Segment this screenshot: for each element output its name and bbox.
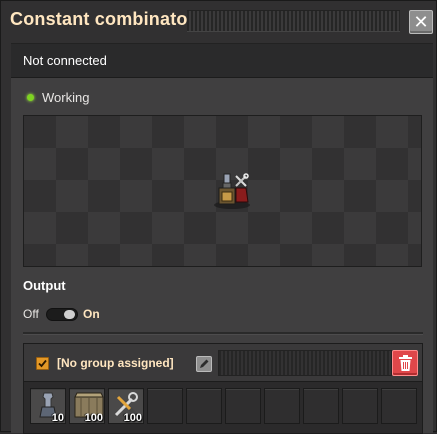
status-indicator-icon bbox=[27, 94, 34, 101]
signal-slot[interactable] bbox=[147, 388, 183, 424]
divider bbox=[23, 332, 423, 335]
slot-count: 10 bbox=[51, 412, 64, 424]
group-label: [No group assigned] bbox=[57, 356, 174, 370]
signal-slots: 10 100 100 bbox=[30, 388, 420, 424]
switch-off-label[interactable]: Off bbox=[23, 307, 39, 321]
entity-status-label: Working bbox=[42, 90, 90, 105]
edit-group-button[interactable] bbox=[196, 356, 212, 372]
close-icon: ✕ bbox=[413, 12, 429, 32]
connection-status-bar: Not connected bbox=[11, 44, 433, 78]
output-switch[interactable]: Off On bbox=[23, 306, 143, 322]
signal-slot[interactable]: 100 bbox=[108, 388, 144, 424]
switch-on-label[interactable]: On bbox=[83, 307, 100, 321]
signal-section: [No group assigned] 10 100 100 bbox=[23, 343, 423, 434]
trash-icon bbox=[399, 355, 412, 371]
slot-count: 100 bbox=[84, 412, 103, 424]
constant-combinator-icon bbox=[202, 172, 252, 212]
constant-combinator-window: Constant combinator ✕ Not connected Work… bbox=[0, 0, 437, 434]
switch-knob[interactable] bbox=[64, 310, 75, 319]
delete-section-button[interactable] bbox=[392, 350, 418, 376]
signal-slot[interactable] bbox=[303, 388, 339, 424]
entity-preview[interactable] bbox=[23, 115, 422, 267]
section-header: [No group assigned] bbox=[24, 344, 422, 382]
pencil-icon bbox=[200, 359, 209, 368]
section-enabled-checkbox[interactable] bbox=[36, 357, 49, 370]
signal-slot[interactable]: 100 bbox=[69, 388, 105, 424]
signal-slot[interactable] bbox=[264, 388, 300, 424]
window-title: Constant combinator bbox=[10, 9, 195, 29]
output-heading: Output bbox=[23, 278, 66, 293]
window-drag-handle[interactable] bbox=[187, 10, 400, 32]
connection-status: Not connected bbox=[23, 53, 107, 68]
signal-slot[interactable] bbox=[225, 388, 261, 424]
title-bar: Constant combinator ✕ bbox=[1, 1, 437, 43]
signal-slot[interactable] bbox=[186, 388, 222, 424]
switch-toggle[interactable] bbox=[46, 308, 78, 321]
slot-count: 100 bbox=[123, 412, 142, 424]
signal-slot[interactable] bbox=[381, 388, 417, 424]
signal-slot[interactable]: 10 bbox=[30, 388, 66, 424]
signal-slot[interactable] bbox=[342, 388, 378, 424]
section-drag-handle[interactable] bbox=[218, 350, 392, 376]
checkmark-icon bbox=[38, 359, 47, 368]
content-panel: Not connected Working Output Off On [No … bbox=[11, 43, 433, 434]
close-button[interactable]: ✕ bbox=[409, 10, 433, 34]
